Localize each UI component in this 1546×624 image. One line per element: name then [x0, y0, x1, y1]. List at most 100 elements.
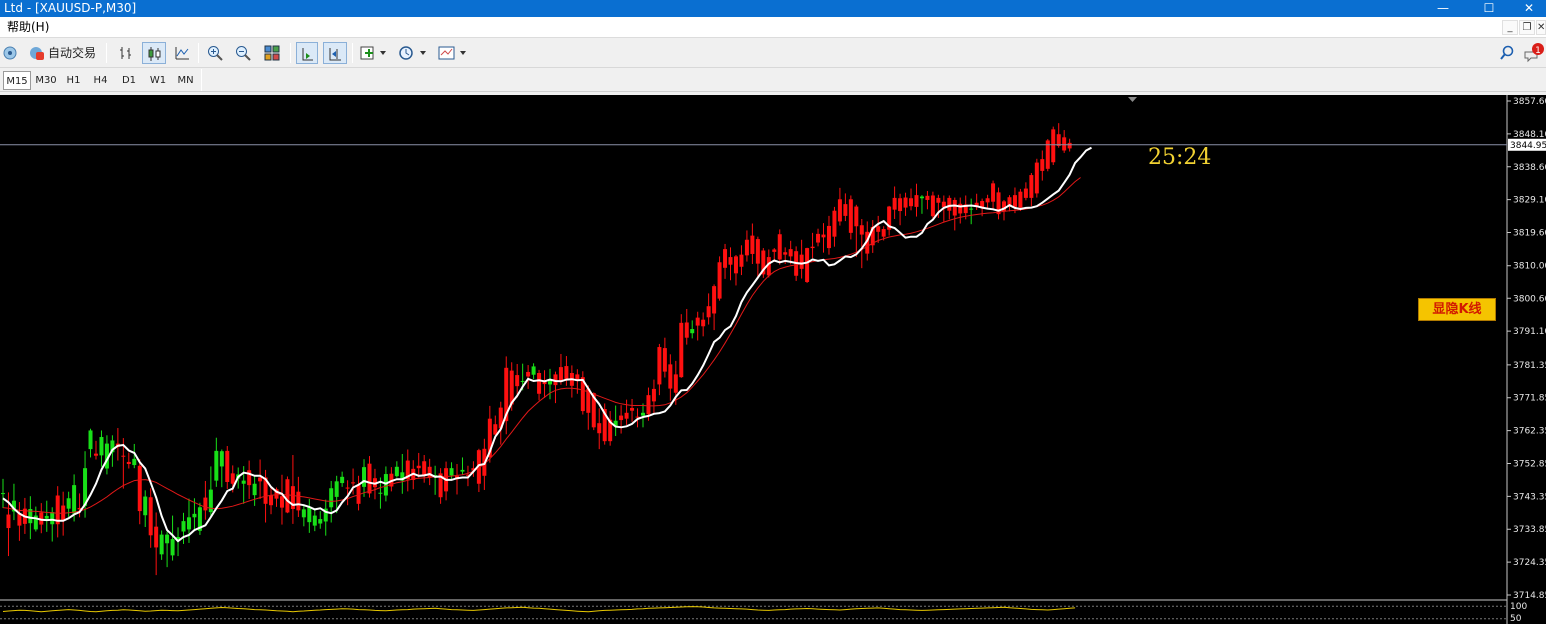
candle-body [72, 485, 77, 514]
toolbar-separator [201, 69, 202, 91]
zoom-in-icon[interactable] [205, 42, 225, 64]
menu-help[interactable]: 帮助(H) [7, 17, 49, 38]
candle-body [947, 197, 952, 211]
bar-chart-icon[interactable] [116, 42, 136, 64]
candle-body [848, 199, 853, 233]
candle-body [783, 252, 788, 255]
auto-trade-button[interactable]: 自动交易 [26, 42, 100, 64]
candle-body [739, 254, 744, 267]
candle-body [826, 225, 831, 249]
candle-body [460, 469, 465, 472]
candle-body [318, 519, 323, 524]
candle-body [837, 199, 842, 222]
candle-body [733, 256, 738, 274]
notifications-icon[interactable]: 1 [1522, 42, 1546, 64]
candle-body [673, 374, 678, 393]
candle-body [378, 492, 383, 494]
candle-body [881, 229, 886, 237]
current-price-label: 3844.95 [1510, 141, 1546, 151]
candle-body [121, 455, 126, 457]
toggle-candles-button[interactable]: 显隐K线 [1418, 298, 1496, 321]
candle-body [755, 239, 760, 264]
candle-body [1012, 195, 1017, 207]
toolbar-separator [290, 43, 291, 63]
zoom-out-icon[interactable] [233, 42, 253, 64]
timeframe-mn[interactable]: MN [172, 71, 199, 90]
candle-body [225, 450, 230, 483]
candle-body [285, 479, 290, 513]
candle-body [695, 317, 700, 326]
candle-body [279, 496, 284, 508]
price-tick-label: 3848.10 [1513, 130, 1546, 140]
mdi-restore-button[interactable]: ❐ [1519, 20, 1535, 35]
candle-body [44, 515, 49, 519]
candle-body [925, 195, 930, 200]
minimize-button[interactable]: — [1420, 0, 1466, 17]
candle-body [930, 195, 935, 217]
indicators-menu-button[interactable] [358, 42, 390, 64]
timeframe-h4[interactable]: H4 [88, 71, 113, 90]
price-tick-label: 3752.85 [1513, 459, 1546, 469]
candle-body [662, 348, 667, 372]
tile-windows-icon[interactable] [261, 42, 283, 64]
candle-body [181, 521, 186, 532]
periods-menu-button[interactable] [396, 42, 430, 64]
price-tick-label: 3714.85 [1513, 591, 1546, 601]
timeframe-d1[interactable]: D1 [116, 71, 142, 90]
candle-body [640, 412, 645, 416]
candle-body [362, 467, 367, 487]
moving-averages-layer [2, 146, 1092, 543]
price-tick-label: 3829.10 [1513, 196, 1546, 206]
candle-body [203, 497, 208, 511]
close-button[interactable]: ✕ [1506, 0, 1546, 17]
candle-body [597, 423, 602, 434]
candle-body [832, 210, 837, 237]
autoscroll-icon[interactable] [296, 42, 318, 64]
search-icon[interactable] [1498, 42, 1516, 64]
indicator-tick-label: 100 [1510, 602, 1527, 612]
candle-body [1062, 137, 1067, 151]
candle-body [684, 322, 689, 338]
candlestick-chart-icon[interactable] [142, 42, 166, 64]
candle-body [312, 515, 317, 526]
candle-body [772, 249, 777, 252]
candle-body [630, 407, 635, 411]
candle-body [329, 488, 334, 508]
timeframe-m15[interactable]: M15 [3, 71, 31, 90]
mdi-minimize-button[interactable]: _ [1502, 20, 1518, 35]
candle-body [1, 493, 5, 495]
candle-body [345, 487, 350, 489]
candle-body [1029, 175, 1034, 198]
candle-body [301, 509, 306, 518]
timeframe-h1[interactable]: H1 [61, 71, 86, 90]
toolbar-separator [106, 43, 107, 63]
candle-body [1023, 188, 1028, 198]
candle-body [651, 388, 656, 402]
ma-slow-line [2, 177, 1081, 514]
bar-countdown: 25:24 [1148, 145, 1212, 170]
candle-body [909, 198, 914, 207]
price-chart[interactable]: 3857.60 3848.10 3838.60 3829.10 3819.60 3810.… [0, 95, 1546, 624]
timeframe-w1[interactable]: W1 [145, 71, 171, 90]
candle-body [137, 465, 142, 512]
price-tick-label: 3800.60 [1513, 294, 1546, 304]
chart-shift-icon[interactable] [323, 42, 347, 64]
window-titlebar: Ltd - [XAUUSD-P,M30] [0, 0, 1546, 17]
candle-body [219, 451, 224, 467]
candle-body [93, 453, 98, 456]
signal-icon[interactable] [1, 42, 19, 64]
candle-body [750, 235, 755, 254]
line-chart-icon[interactable] [172, 42, 192, 64]
candle-body [1034, 162, 1039, 194]
chart-window[interactable]: 3857.60 3848.10 3838.60 3829.10 3819.60 3810.… [0, 95, 1546, 624]
candle-body [712, 286, 717, 314]
auto-trade-label: 自动交易 [48, 46, 97, 60]
candle-body [903, 197, 908, 208]
timeframe-m30[interactable]: M30 [32, 71, 60, 90]
candle-body [892, 197, 897, 210]
templates-menu-button[interactable] [436, 42, 470, 64]
candle-body [952, 199, 957, 216]
mdi-close-button[interactable]: ✕ [1536, 20, 1546, 35]
price-tick-label: 3819.60 [1513, 229, 1546, 239]
candle-body [717, 262, 722, 299]
